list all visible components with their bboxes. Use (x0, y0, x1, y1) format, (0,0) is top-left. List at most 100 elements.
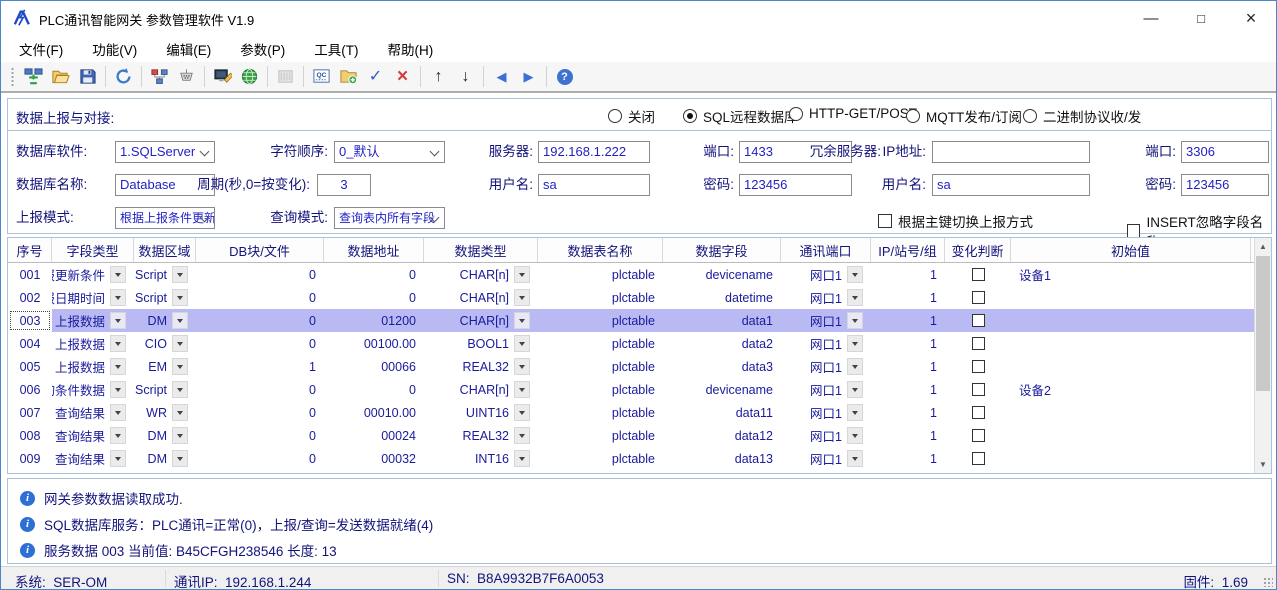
cell-changed[interactable] (945, 332, 1011, 355)
cell-no[interactable]: 005 (8, 355, 52, 378)
column-header-changed[interactable]: 变化判断 (945, 238, 1011, 262)
column-header-station[interactable]: IP/站号/组 (871, 238, 945, 262)
cell-field[interactable]: data11 (663, 401, 781, 424)
column-header-dtype[interactable]: 数据类型 (424, 238, 538, 262)
radio-sql-remote-db[interactable]: SQL远程数据库 (683, 106, 798, 126)
cell-area[interactable]: DM (134, 447, 196, 470)
dropdown-button[interactable] (110, 381, 126, 398)
cell-station[interactable]: 1 (871, 424, 945, 447)
apply-check-icon[interactable]: ✓ (363, 64, 388, 89)
cell-addr[interactable]: 00066 (324, 355, 424, 378)
cell-table[interactable]: plctable (538, 332, 663, 355)
cell-dtype[interactable]: CHAR[n] (424, 263, 538, 286)
dropdown-button[interactable] (172, 358, 188, 375)
cell-field[interactable]: datetime (663, 286, 781, 309)
dropdown-button[interactable] (172, 450, 188, 467)
server-input[interactable]: 192.168.1.222 (538, 141, 650, 163)
cell-changed[interactable] (945, 286, 1011, 309)
cell-area[interactable]: Script (134, 286, 196, 309)
dropdown-button[interactable] (514, 358, 530, 375)
cell-area[interactable]: DM (134, 309, 196, 332)
cell-port[interactable]: 网口1 (781, 378, 871, 401)
cell-init[interactable] (1011, 447, 1251, 470)
cell-station[interactable]: 1 (871, 447, 945, 470)
cell-station[interactable]: 1 (871, 286, 945, 309)
cell-station[interactable]: 1 (871, 355, 945, 378)
cell-changed[interactable] (945, 401, 1011, 424)
cell-addr[interactable]: 0 (324, 263, 424, 286)
dropdown-button[interactable] (110, 312, 126, 329)
dropdown-button[interactable] (110, 358, 126, 375)
menu-function[interactable]: 功能(V) (82, 35, 147, 63)
cell-table[interactable]: plctable (538, 447, 663, 470)
cell-area[interactable]: WR (134, 401, 196, 424)
radio-close-icon[interactable] (608, 109, 622, 123)
move-down-icon[interactable]: ↓ (453, 64, 478, 89)
query-mode-select[interactable]: 查询表内所有字段 (334, 207, 445, 229)
cell-table[interactable]: plctable (538, 401, 663, 424)
dropdown-button[interactable] (110, 335, 126, 352)
menu-tools[interactable]: 工具(T) (304, 35, 368, 63)
cell-addr[interactable]: 00024 (324, 424, 424, 447)
cell-dtype[interactable]: BOOL1 (424, 332, 538, 355)
network-nodes-icon[interactable] (147, 64, 172, 89)
help-icon[interactable]: ? (552, 64, 577, 89)
table-row[interactable]: 008查询结果DM000024REAL32plctabledata12网口11 (8, 424, 1271, 447)
column-header-addr[interactable]: 数据地址 (324, 238, 424, 262)
cell-field[interactable]: devicename (663, 378, 781, 401)
dropdown-button[interactable] (514, 427, 530, 444)
resize-grip-icon[interactable] (1263, 577, 1273, 587)
dropdown-button[interactable] (172, 289, 188, 306)
cell-area[interactable]: EM (134, 355, 196, 378)
radio-close[interactable]: 关闭 (608, 106, 655, 126)
radio-mqtt-icon[interactable] (906, 109, 920, 123)
cell-port[interactable]: 网口1 (781, 286, 871, 309)
radio-binary[interactable]: 二进制协议收/发 (1023, 106, 1141, 126)
dropdown-button[interactable] (514, 289, 530, 306)
dropdown-button[interactable] (847, 312, 863, 329)
change-flag-checkbox[interactable] (972, 360, 985, 373)
cell-init[interactable] (1011, 401, 1251, 424)
dropdown-button[interactable] (514, 312, 530, 329)
cell-init[interactable]: 设备2 (1011, 378, 1251, 401)
cell-dtype[interactable]: UINT16 (424, 401, 538, 424)
table-row[interactable]: 003上报数据DM001200CHAR[n]plctabledata1网口11 (8, 309, 1271, 332)
column-header-field[interactable]: 数据字段 (663, 238, 781, 262)
cell-init[interactable] (1011, 332, 1251, 355)
dropdown-button[interactable] (847, 289, 863, 306)
cell-area[interactable]: DM (134, 424, 196, 447)
change-flag-checkbox[interactable] (972, 429, 985, 442)
password2-input[interactable]: 123456 (1181, 174, 1269, 196)
delete-icon[interactable]: × (390, 64, 415, 89)
cell-area[interactable]: CIO (134, 332, 196, 355)
password-input[interactable]: 123456 (739, 174, 852, 196)
dropdown-button[interactable] (514, 335, 530, 352)
char-order-select[interactable]: 0_默认 (334, 141, 445, 163)
cell-dtype[interactable]: CHAR[n] (424, 286, 538, 309)
globe-icon[interactable] (237, 64, 262, 89)
cell-db[interactable]: 0 (196, 401, 324, 424)
dropdown-button[interactable] (110, 427, 126, 444)
column-header-area[interactable]: 数据区域 (134, 238, 196, 262)
cell-field-type[interactable]: 查询结果 (52, 447, 134, 470)
cell-station[interactable]: 1 (871, 401, 945, 424)
dropdown-button[interactable] (110, 266, 126, 283)
cell-init[interactable] (1011, 424, 1251, 447)
redundant-port-input[interactable]: 3306 (1181, 141, 1269, 163)
dropdown-button[interactable] (110, 289, 126, 306)
cell-port[interactable]: 网口1 (781, 309, 871, 332)
checkbox-icon[interactable] (1127, 224, 1140, 238)
cell-changed[interactable] (945, 309, 1011, 332)
change-flag-checkbox[interactable] (972, 452, 985, 465)
maximize-button[interactable]: □ (1176, 1, 1226, 35)
cell-changed[interactable] (945, 447, 1011, 470)
dropdown-button[interactable] (172, 381, 188, 398)
dropdown-button[interactable] (847, 404, 863, 421)
cell-table[interactable]: plctable (538, 263, 663, 286)
cell-changed[interactable] (945, 378, 1011, 401)
dropdown-button[interactable] (514, 404, 530, 421)
cell-port[interactable]: 网口1 (781, 447, 871, 470)
cell-init[interactable]: 设备1 (1011, 263, 1251, 286)
table-row[interactable]: 009查询结果DM000032INT16plctabledata13网口11 (8, 447, 1271, 470)
change-flag-checkbox[interactable] (972, 291, 985, 304)
